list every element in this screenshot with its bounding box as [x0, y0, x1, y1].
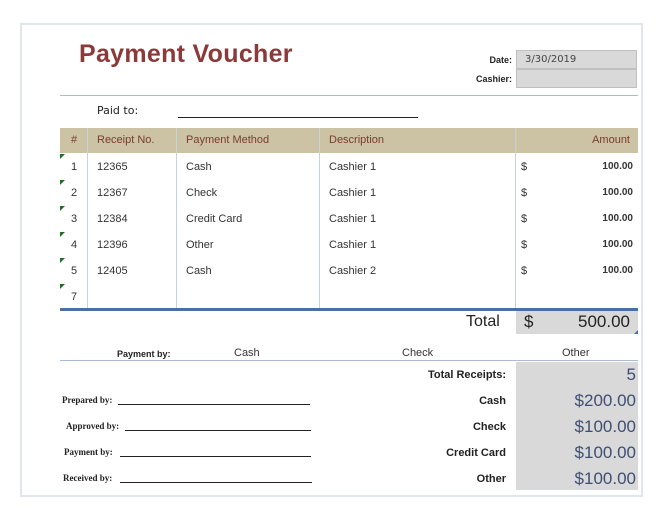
row-method: Other — [186, 239, 214, 251]
payment-by-sig-label: Payment by: — [64, 447, 113, 457]
row-amount: 100.00 — [602, 161, 633, 172]
col-separator — [319, 128, 320, 309]
col-separator — [515, 128, 516, 309]
summary-value-other: $100.00 — [574, 469, 636, 488]
row-desc: Cashier 1 — [329, 239, 377, 251]
row-receipt: 12365 — [97, 161, 128, 173]
cashier-label: Cashier: — [475, 74, 512, 84]
approved-by-field[interactable] — [125, 430, 311, 431]
summary-label-cash: Cash — [479, 395, 506, 407]
summary-value-cash: $200.00 — [574, 391, 636, 410]
col-method-header: Payment Method — [186, 134, 270, 146]
payment-by-label: Payment by: — [117, 349, 171, 359]
total-receipts-value: 5 — [626, 365, 636, 384]
total-value: 500.00 — [578, 312, 630, 331]
row-num: 7 — [71, 291, 78, 303]
col-separator — [87, 128, 88, 309]
summary-value-credit-card: $100.00 — [574, 443, 636, 462]
row-currency: $ — [521, 213, 528, 225]
row-method: Credit Card — [186, 213, 243, 225]
cell-marker-icon — [60, 232, 65, 237]
header-divider — [60, 95, 638, 96]
cell-marker-icon — [60, 180, 65, 185]
total-box: $ 500.00 — [516, 311, 638, 334]
row-currency: $ — [521, 265, 528, 277]
paid-to-label: Paid to: — [97, 104, 139, 117]
col-amount-header: Amount — [592, 134, 630, 146]
row-desc: Cashier 1 — [329, 161, 377, 173]
row-currency: $ — [521, 239, 528, 251]
payment-divider — [60, 360, 638, 361]
prepared-by-label: Prepared by: — [62, 395, 113, 405]
row-receipt: 12367 — [97, 187, 128, 199]
payment-option-cash[interactable]: Cash — [234, 347, 260, 359]
date-label: Date: — [489, 55, 512, 65]
col-desc-header: Description — [329, 134, 385, 146]
summary-value-check: $100.00 — [574, 417, 636, 436]
row-num: 4 — [71, 239, 78, 251]
received-by-label: Received by: — [63, 473, 113, 483]
total-label: Total — [466, 313, 500, 330]
payment-by-field[interactable] — [120, 456, 311, 457]
row-receipt: 12396 — [97, 239, 128, 251]
col-num-header: # — [71, 134, 78, 146]
received-by-field[interactable] — [120, 482, 312, 483]
row-method: Cash — [186, 265, 212, 277]
summary-label-credit-card: Credit Card — [446, 447, 506, 459]
row-desc: Cashier 2 — [329, 265, 377, 277]
row-receipt: 12405 — [97, 265, 128, 277]
row-desc: Cashier 1 — [329, 187, 377, 199]
paid-to-field[interactable] — [178, 117, 418, 118]
payment-option-other[interactable]: Other — [562, 347, 590, 359]
cell-marker-icon — [60, 284, 65, 289]
row-currency: $ — [521, 161, 528, 173]
row-num: 2 — [71, 187, 78, 199]
row-method: Check — [186, 187, 218, 199]
row-receipt: 12384 — [97, 213, 128, 225]
summary-label-other: Other — [476, 473, 506, 485]
prepared-by-field[interactable] — [118, 404, 310, 405]
cell-marker-icon — [634, 330, 638, 334]
row-num: 5 — [71, 265, 78, 277]
col-separator — [176, 128, 177, 309]
row-desc: Cashier 1 — [329, 213, 377, 225]
row-num: 1 — [71, 161, 78, 173]
row-method: Cash — [186, 161, 212, 173]
page-title: Payment Voucher — [79, 40, 293, 68]
total-receipts-label: Total Receipts: — [427, 369, 506, 381]
row-currency: $ — [521, 187, 528, 199]
payment-option-check[interactable]: Check — [402, 347, 433, 359]
row-amount: 100.00 — [602, 239, 633, 250]
table-header: # Receipt No. Payment Method Description… — [60, 128, 638, 153]
row-amount: 100.00 — [602, 265, 633, 276]
cell-marker-icon — [60, 154, 65, 159]
cell-marker-icon — [60, 258, 65, 263]
row-amount: 100.00 — [602, 187, 633, 198]
date-field[interactable]: 3/30/2019 — [516, 50, 637, 69]
col-receipt-header: Receipt No. — [97, 134, 155, 146]
total-currency: $ — [524, 312, 534, 331]
approved-by-label: Approved by: — [66, 421, 120, 431]
row-num: 3 — [71, 213, 78, 225]
summary-label-check: Check — [472, 421, 506, 433]
cell-marker-icon — [60, 206, 65, 211]
row-amount: 100.00 — [602, 213, 633, 224]
cashier-field[interactable] — [516, 69, 637, 88]
